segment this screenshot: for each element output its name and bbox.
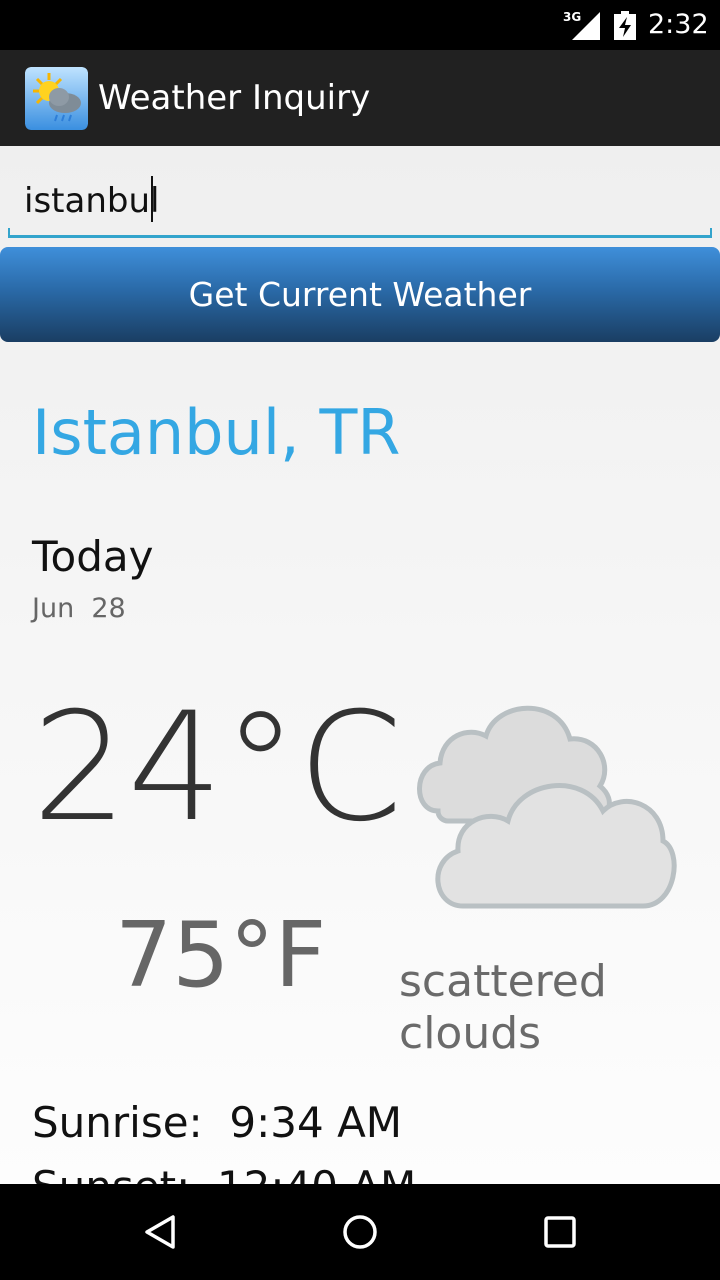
sunset-time: Sunset: 12:40 AM — [32, 1162, 416, 1184]
main-content: Get Current Weather Istanbul, TR Today J… — [0, 146, 720, 1184]
action-bar: Weather Inquiry — [0, 50, 720, 146]
app-title: Weather Inquiry — [98, 78, 371, 118]
temperature-fahrenheit: 75°F — [115, 903, 327, 1008]
weather-app-icon — [25, 67, 88, 130]
text-cursor — [151, 176, 153, 222]
status-bar: 3G 2:32 — [0, 0, 720, 50]
input-underline-left — [8, 228, 10, 238]
back-icon — [145, 1215, 175, 1249]
battery-charging-icon — [614, 11, 636, 40]
input-underline-right — [710, 228, 712, 238]
recent-apps-icon — [544, 1216, 576, 1248]
recent-apps-button[interactable] — [530, 1202, 590, 1262]
day-label: Today — [32, 532, 154, 581]
temperature-celsius: 24°C — [32, 681, 403, 855]
home-button[interactable] — [330, 1202, 390, 1262]
city-search-input[interactable] — [8, 166, 712, 238]
get-weather-button[interactable]: Get Current Weather — [0, 247, 720, 342]
navigation-bar — [0, 1184, 720, 1280]
sunrise-time: Sunrise: 9:34 AM — [32, 1098, 403, 1147]
weather-condition: scattered clouds — [399, 956, 607, 1059]
city-name: Istanbul, TR — [32, 396, 401, 469]
status-time: 2:32 — [648, 9, 709, 40]
home-icon — [343, 1215, 377, 1249]
scattered-clouds-icon — [417, 705, 677, 909]
back-button[interactable] — [130, 1202, 190, 1262]
signal-icon — [572, 12, 600, 40]
date-label: Jun 28 — [32, 593, 126, 624]
